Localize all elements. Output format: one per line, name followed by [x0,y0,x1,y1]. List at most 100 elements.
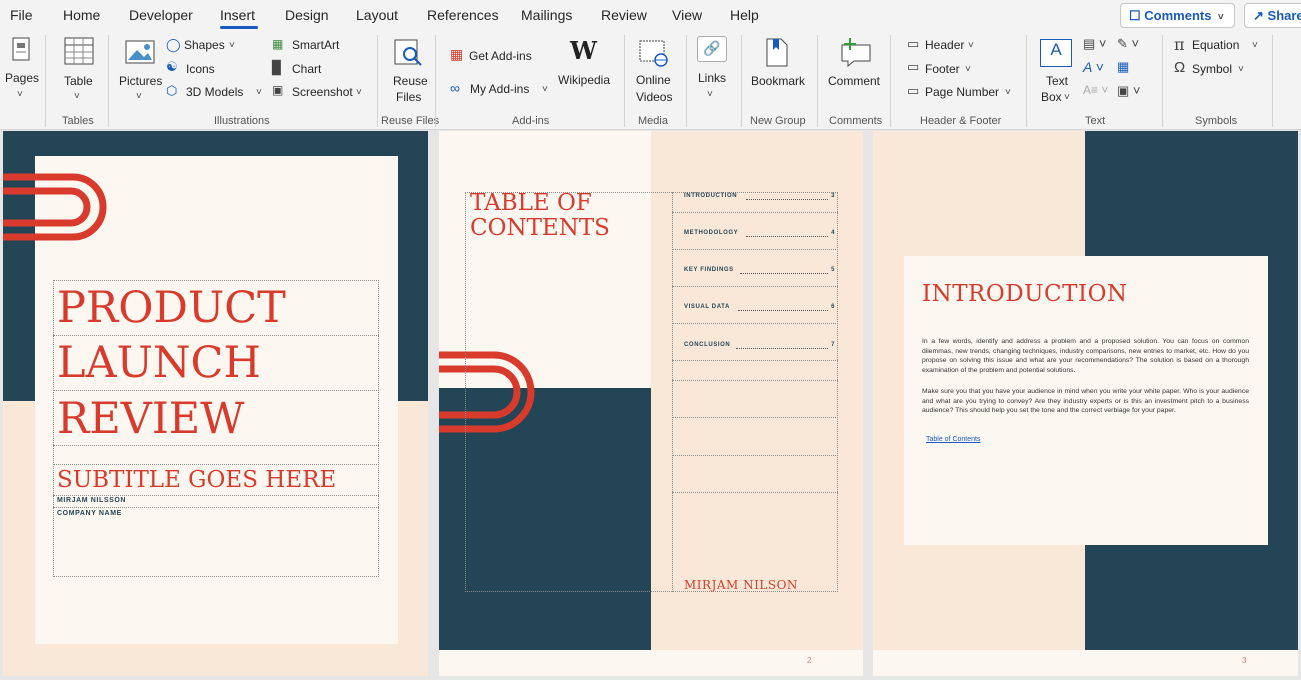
smartart-button[interactable]: SmartArt [292,38,339,52]
cover-title-line-2[interactable]: LAUNCH [57,338,261,388]
tab-view[interactable]: View [672,7,702,23]
symbol-button[interactable]: Symbol [1192,62,1232,76]
comments-button[interactable]: ☐ Comments ˅ [1120,3,1235,28]
cube-icon: ⬡ [166,83,178,98]
intro-heading[interactable]: INTRODUCTION [922,281,1128,307]
tab-insert[interactable]: Insert [220,7,255,23]
tab-review[interactable]: Review [601,7,647,23]
toc-entry-page: 6 [831,304,835,310]
bookmark-button[interactable]: Bookmark [751,74,805,88]
cover-company[interactable]: COMPANY NAME [57,510,122,517]
comment-button[interactable]: Comment [828,74,880,88]
page-number-icon: ▭ [907,83,920,98]
cover-author[interactable]: MIRJAM NILSSON [57,497,126,504]
wordart-icon[interactable]: A ˅ [1083,59,1104,75]
tab-mailings[interactable]: Mailings [521,7,572,23]
get-add-ins-button[interactable]: Get Add-ins [469,49,532,63]
table-icon[interactable] [64,37,94,72]
equation-button[interactable]: Equation [1192,38,1239,52]
comment-icon[interactable] [840,37,872,72]
group-separator [1272,35,1273,127]
chart-button[interactable]: Chart [292,62,321,76]
dotted-rule [672,360,838,361]
toc-leader [746,236,828,237]
ribbon: Pages ˅ Table ˅ Tables Pictures ˅ ◯ Shap… [0,31,1301,130]
tab-layout[interactable]: Layout [356,7,398,23]
icons-button[interactable]: Icons [186,62,215,76]
bookmark-icon[interactable] [764,38,790,73]
share-button[interactable]: ↗ Share [1244,3,1301,28]
document-canvas[interactable]: PRODUCT LAUNCH REVIEW SUBTITLE GOES HERE… [0,131,1301,680]
tab-file[interactable]: File [10,7,33,23]
footer-button[interactable]: Footer [925,62,960,76]
dotted-rule [53,390,379,391]
toc-placeholder[interactable] [465,192,838,592]
text-box-icon[interactable]: A [1040,39,1072,67]
table-button[interactable]: Table [64,74,93,88]
tab-help[interactable]: Help [730,7,759,23]
links-button[interactable]: Links [698,71,726,85]
equation-icon: π [1174,35,1185,54]
links-icon[interactable]: 🔗 [697,36,727,62]
header-button[interactable]: Header [925,38,964,52]
group-separator [686,35,687,127]
signature-line-icon[interactable]: ✎ ˅ [1117,36,1139,52]
toc-entry[interactable]: KEY FINDINGS 5 [684,266,836,279]
cover-title-line-1[interactable]: PRODUCT [57,283,286,333]
text-box-button[interactable]: Text [1046,74,1068,88]
page-number-button[interactable]: Page Number [925,85,999,99]
pages-icon[interactable] [10,37,32,63]
reuse-files-button[interactable]: Reuse [393,74,428,88]
chevron-down-icon: ˅ [1252,40,1258,51]
page-number: 3 [1242,656,1247,665]
chevron-down-icon: ˅ [136,91,142,102]
menu-bar: File Home Developer Insert Design Layout… [0,0,1301,31]
page-toc[interactable]: TABLE OF CONTENTS INTRODUCTION 3 METHODO… [439,131,863,676]
date-time-icon[interactable]: ▦ [1117,59,1129,75]
toc-heading-line-1[interactable]: TABLE OF [470,191,592,216]
3d-models-button[interactable]: 3D Models [186,85,243,99]
my-add-ins-button[interactable]: My Add-ins [470,82,529,96]
group-separator [377,35,378,127]
quick-parts-icon[interactable]: ▤ ˅ [1083,36,1107,52]
tab-developer[interactable]: Developer [129,7,193,23]
tab-home[interactable]: Home [63,7,100,23]
object-icon[interactable]: ▣ ˅ [1117,83,1141,99]
drop-cap-icon[interactable]: A≡ ˅ [1083,83,1108,97]
pictures-button[interactable]: Pictures [119,74,162,88]
intro-footer-strip [873,650,1298,676]
toc-heading-line-2[interactable]: CONTENTS [470,216,610,241]
comments-button-label: Comments [1144,8,1212,23]
toc-entry-page: 5 [831,267,835,273]
online-videos-button[interactable]: Online [636,73,671,87]
tab-references[interactable]: References [427,7,499,23]
toc-entry-label: KEY FINDINGS [684,267,734,273]
toc-entry[interactable]: CONCLUSION 7 [684,341,836,354]
toc-entry[interactable]: METHODOLOGY 4 [684,229,836,242]
cover-subtitle[interactable]: SUBTITLE GOES HERE [57,466,336,494]
toc-author[interactable]: MIRJAM NILSON [684,578,798,592]
shapes-button[interactable]: Shapes [184,38,225,52]
toc-entry-page: 4 [831,230,835,236]
toc-leader [740,273,828,274]
tab-design[interactable]: Design [285,7,329,23]
pictures-icon[interactable] [125,40,155,71]
table-of-contents-link[interactable]: Table of Contents [926,436,980,443]
toc-leader [738,310,828,311]
page-cover[interactable]: PRODUCT LAUNCH REVIEW SUBTITLE GOES HERE… [3,131,428,676]
pages-button[interactable]: Pages [5,71,39,85]
cover-title-line-3[interactable]: REVIEW [57,394,244,444]
online-videos-icon[interactable] [639,40,669,73]
group-separator [45,35,46,127]
reuse-files-icon[interactable] [394,39,424,72]
toc-entry[interactable]: VISUAL DATA 6 [684,303,836,316]
intro-paragraph-1[interactable]: In a few words, identify and address a p… [922,337,1249,375]
toc-entry[interactable]: INTRODUCTION 3 [684,192,836,205]
wikipedia-button[interactable]: Wikipedia [558,73,610,87]
reuse-files-label-2: Files [396,90,422,104]
page-introduction[interactable]: INTRODUCTION In a few words, identify an… [873,131,1298,676]
chevron-down-icon: ˅ [965,64,971,75]
intro-paragraph-2[interactable]: Make sure you that you have your audienc… [922,387,1249,416]
screenshot-button[interactable]: Screenshot [292,85,353,99]
header-icon: ▭ [907,36,920,51]
